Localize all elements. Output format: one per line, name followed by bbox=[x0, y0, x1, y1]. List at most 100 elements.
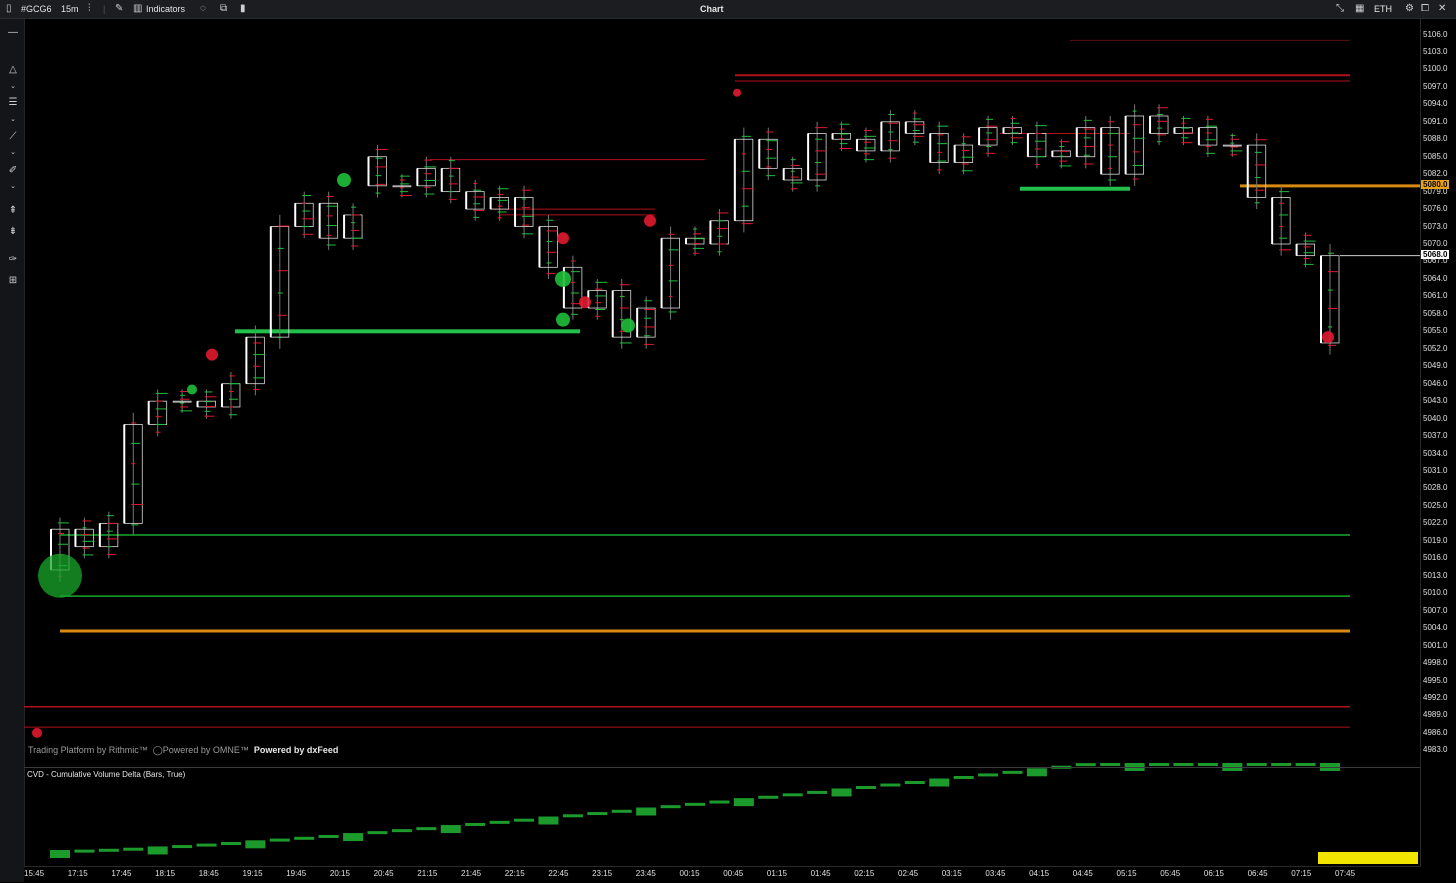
price-tick-label: 5064.0 bbox=[1423, 273, 1448, 283]
cvd-title: CVD - Cumulative Volume Delta (Bars, Tru… bbox=[27, 770, 186, 779]
volume-node-bar bbox=[235, 329, 580, 334]
cvd-bar bbox=[953, 775, 974, 779]
cvd-bar bbox=[1100, 763, 1121, 766]
price-tick-label: 5088.0 bbox=[1423, 134, 1448, 144]
cvd-bar bbox=[1173, 763, 1194, 766]
time-tick-label: 05:45 bbox=[1160, 869, 1181, 878]
time-tick-label: 19:15 bbox=[242, 869, 263, 878]
imbalance-bubble bbox=[32, 727, 42, 738]
cvd-bar bbox=[220, 841, 241, 845]
cvd-bar bbox=[440, 825, 461, 834]
cvd-bar bbox=[318, 834, 339, 838]
imbalance-bubble bbox=[206, 348, 218, 361]
price-tick-label: 5025.0 bbox=[1423, 500, 1448, 510]
price-tick-label: 5103.0 bbox=[1423, 46, 1448, 56]
price-tick-label: 4983.0 bbox=[1423, 745, 1448, 755]
cvd-bar bbox=[172, 845, 193, 849]
cvd-bar bbox=[1026, 768, 1047, 777]
time-tick-label: 03:45 bbox=[985, 869, 1006, 878]
cvd-bar bbox=[74, 849, 95, 853]
price-tick-label: 5040.0 bbox=[1423, 413, 1448, 423]
imbalance-bubble bbox=[579, 296, 591, 309]
time-tick-label: 22:15 bbox=[504, 869, 525, 878]
price-tick-label: 5016.0 bbox=[1423, 553, 1448, 563]
time-tick-label: 23:15 bbox=[592, 869, 613, 878]
price-tick-label: 5010.0 bbox=[1423, 588, 1448, 598]
time-tick-label: 21:15 bbox=[417, 869, 438, 878]
cvd-bar bbox=[855, 785, 876, 789]
cvd-bar bbox=[733, 798, 754, 807]
time-tick-label: 18:15 bbox=[155, 869, 176, 878]
pane-separator[interactable] bbox=[24, 767, 1420, 768]
time-tick-label: 22:45 bbox=[548, 869, 569, 878]
cvd-bar bbox=[1246, 763, 1267, 766]
price-tick-label: 4989.0 bbox=[1423, 710, 1448, 720]
price-tick-label: 5070.0 bbox=[1423, 239, 1448, 249]
cvd-bar bbox=[904, 781, 925, 785]
time-axis[interactable]: 15:45 17:15 17:45 18:15 18:45 19:15 19:45 20:15… bbox=[24, 866, 1420, 883]
price-tick-label: 5001.0 bbox=[1423, 640, 1448, 650]
cvd-bar bbox=[1149, 763, 1170, 766]
cvd-bar bbox=[587, 812, 608, 816]
cvd-bar bbox=[269, 838, 290, 842]
cvd-bar bbox=[294, 836, 315, 840]
cvd-bar bbox=[465, 822, 486, 826]
time-tick-label: 03:15 bbox=[941, 869, 962, 878]
time-tick-label: 06:15 bbox=[1203, 869, 1224, 878]
cvd-bar bbox=[709, 800, 730, 804]
time-tick-label: 02:15 bbox=[854, 869, 875, 878]
price-tick-label: 5034.0 bbox=[1423, 448, 1448, 458]
dxfeed-credit: Powered by dxFeed bbox=[253, 745, 339, 755]
cvd-bar bbox=[1295, 763, 1316, 766]
imbalance-bubble bbox=[557, 232, 569, 245]
cvd-bar bbox=[978, 773, 999, 777]
price-tick-label: 5094.0 bbox=[1423, 99, 1448, 109]
price-tick-label: 5043.0 bbox=[1423, 396, 1448, 406]
imbalance-bubble bbox=[1322, 331, 1334, 344]
price-tick-label: 5061.0 bbox=[1423, 291, 1448, 301]
price-tick-label: 4992.0 bbox=[1423, 692, 1448, 702]
time-tick-label: 02:45 bbox=[898, 869, 919, 878]
cvd-bar bbox=[489, 820, 510, 824]
cvd-bar bbox=[416, 827, 437, 831]
price-tick-label: 5082.0 bbox=[1423, 169, 1448, 179]
imbalance-bubble bbox=[555, 270, 571, 287]
price-tick-label: 5058.0 bbox=[1423, 308, 1448, 318]
cvd-bar bbox=[391, 829, 412, 833]
cvd-bar bbox=[880, 783, 901, 787]
cvd-bar bbox=[1197, 763, 1218, 766]
price-tick-label: 5022.0 bbox=[1423, 518, 1448, 528]
omne-credit: Powered by OMNE™ bbox=[162, 745, 249, 755]
time-tick-label: 20:45 bbox=[373, 869, 394, 878]
cvd-bar bbox=[538, 816, 559, 825]
price-tick-label: 5076.0 bbox=[1423, 204, 1448, 214]
time-tick-label: 07:15 bbox=[1291, 869, 1312, 878]
current-price-tag: 5068.0 bbox=[1421, 249, 1450, 259]
price-tick-label: 5106.0 bbox=[1423, 29, 1448, 39]
imbalance-bubble bbox=[337, 173, 351, 187]
price-tick-label: 4986.0 bbox=[1423, 727, 1448, 737]
price-axis[interactable]: 5106.0 5103.0 5100.0 5097.0 5094.0 5091.0 5088… bbox=[1420, 19, 1456, 867]
price-tick-label: 5037.0 bbox=[1423, 431, 1448, 441]
price-tick-label: 5013.0 bbox=[1423, 570, 1448, 580]
cvd-bar bbox=[50, 850, 70, 858]
cvd-bar bbox=[1271, 763, 1292, 766]
cvd-bar bbox=[123, 847, 144, 851]
rithmic-credit: Trading Platform by Rithmic™ bbox=[28, 745, 148, 755]
time-tick-label: 18:45 bbox=[198, 869, 219, 878]
time-tick-label: 19:45 bbox=[286, 869, 307, 878]
price-tick-label: 5031.0 bbox=[1423, 466, 1448, 475]
price-tick-label: 5046.0 bbox=[1423, 378, 1448, 388]
time-tick-label: 04:45 bbox=[1072, 869, 1093, 878]
imbalance-bubble bbox=[187, 384, 197, 395]
cvd-bar bbox=[343, 833, 364, 842]
imbalance-bubble bbox=[38, 553, 82, 598]
cvd-bar bbox=[636, 807, 657, 816]
time-tick-label: 04:15 bbox=[1029, 869, 1050, 878]
price-tick-label: 5052.0 bbox=[1423, 343, 1448, 353]
time-tick-label: 00:45 bbox=[723, 869, 744, 878]
price-tick-label: 5004.0 bbox=[1423, 623, 1448, 633]
time-tick-label: 23:45 bbox=[635, 869, 656, 878]
price-tick-label: 5007.0 bbox=[1423, 605, 1448, 615]
time-tick-label: 00:15 bbox=[679, 869, 700, 878]
